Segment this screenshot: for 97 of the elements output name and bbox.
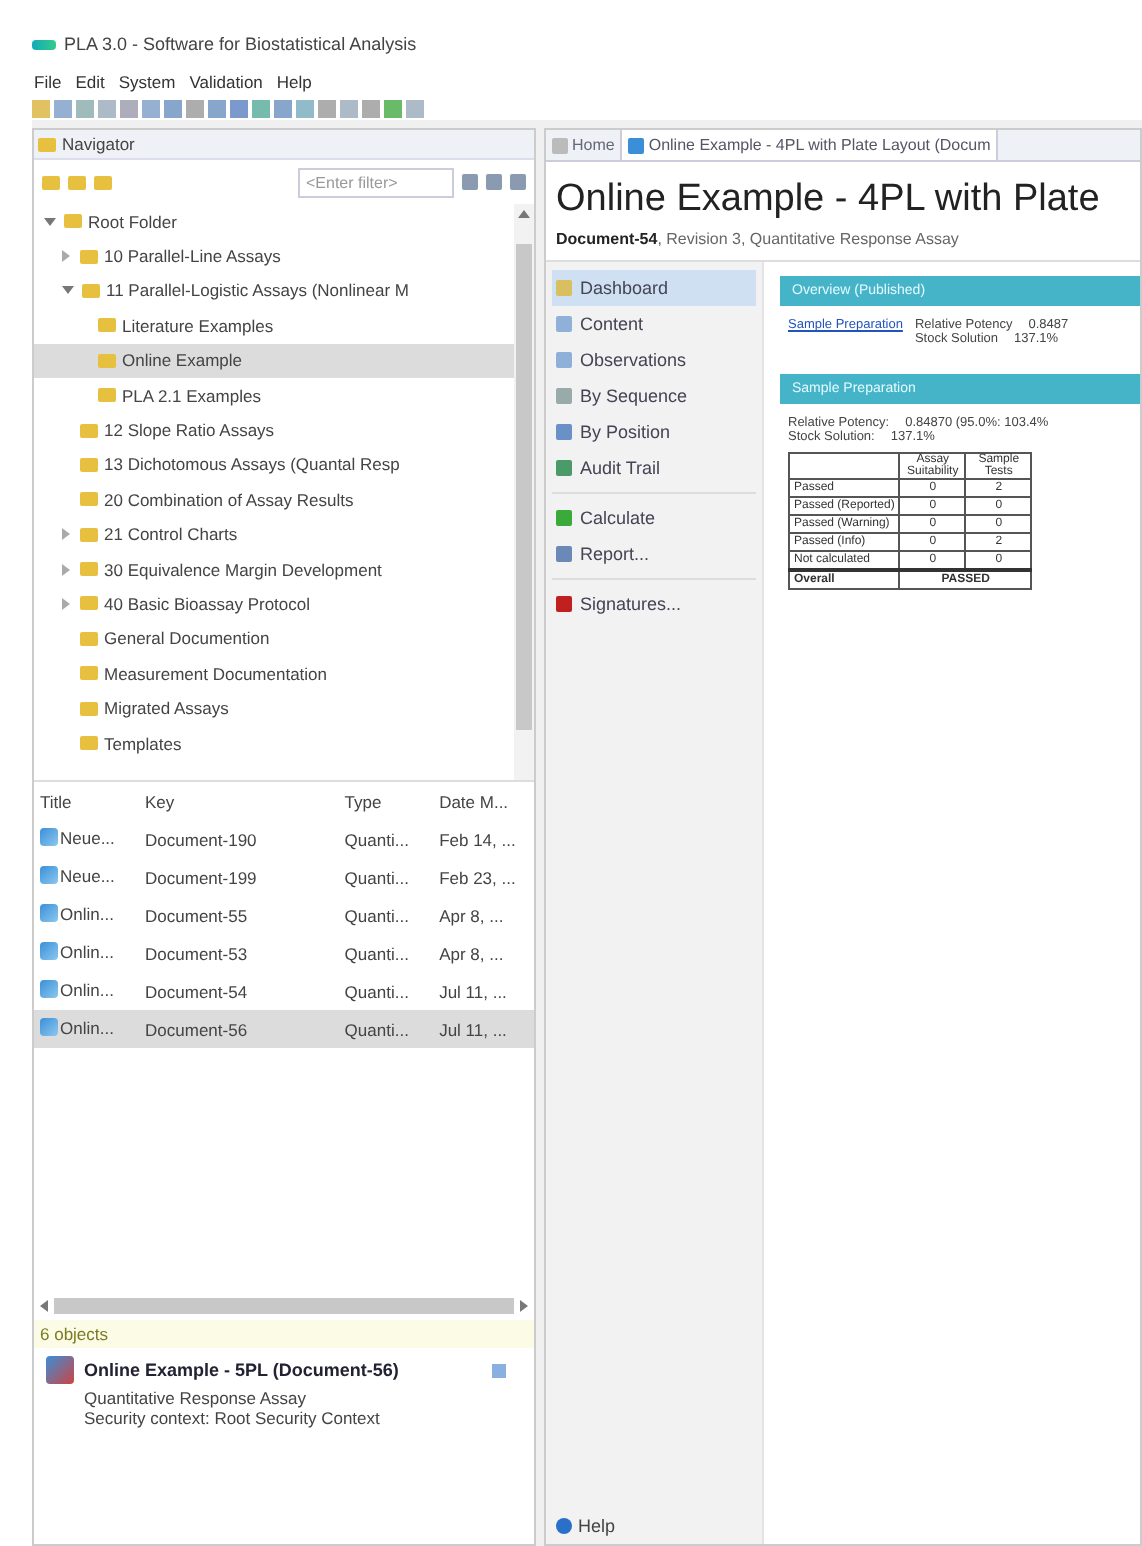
folder-icon bbox=[80, 666, 98, 681]
folder-icon bbox=[98, 388, 116, 403]
window-title: PLA 3.0 - Software for Biostatistical Analysis bbox=[64, 34, 417, 54]
table-cell-text: Document-55 bbox=[143, 903, 250, 929]
tree-item[interactable]: 11 Parallel-Logistic Assays (Nonlinear M bbox=[34, 273, 514, 309]
document-heading: Online Example - 4PL with Plate bbox=[556, 178, 1102, 222]
detail-text: Security context: Root Security Context bbox=[82, 1408, 382, 1428]
folder-icon bbox=[80, 736, 98, 751]
menu-item[interactable]: System bbox=[118, 72, 176, 92]
tree-item[interactable]: PLA 2.1 Examples bbox=[34, 377, 514, 413]
table-cell-text: Document-53 bbox=[143, 941, 250, 967]
object-count: 6 objects bbox=[34, 1320, 534, 1348]
table-cell-text: Quanti... bbox=[342, 903, 411, 930]
tree-item[interactable]: 20 Combination of Assay Results bbox=[34, 482, 514, 518]
folder-icon bbox=[80, 596, 98, 611]
nav-item[interactable]: By Position bbox=[552, 414, 756, 450]
help-icon bbox=[556, 1518, 572, 1534]
menu-item[interactable]: Help bbox=[276, 72, 312, 92]
column-header[interactable]: Key bbox=[139, 782, 339, 820]
document-title: Online Example - 5PL (Document-56) bbox=[84, 1360, 399, 1380]
nav-item[interactable]: Content bbox=[552, 306, 756, 342]
filter-field[interactable]: <Enter filter> bbox=[298, 167, 454, 197]
menu-item[interactable]: File bbox=[34, 72, 62, 92]
table-cell-text: Apr 8, ... bbox=[437, 903, 506, 930]
nav-item[interactable]: Observations bbox=[552, 342, 756, 378]
scrollbar-thumb[interactable] bbox=[516, 244, 532, 730]
table-cell[interactable]: Neue... bbox=[34, 820, 140, 858]
folder-icon bbox=[80, 631, 98, 646]
tree-item[interactable]: 10 Parallel-Line Assays bbox=[34, 238, 514, 274]
menu-item[interactable]: Edit bbox=[75, 72, 105, 92]
table-cell[interactable]: Onlin... bbox=[34, 896, 140, 934]
tree-item[interactable]: Templates bbox=[34, 725, 514, 761]
table-cell[interactable]: Onlin... bbox=[34, 972, 140, 1010]
folder-icon bbox=[80, 249, 98, 264]
tree-item[interactable]: Literature Examples bbox=[34, 308, 514, 344]
table-cell-text: Document-190 bbox=[143, 827, 259, 853]
help-link[interactable]: Help bbox=[552, 1516, 756, 1536]
detail-text: Quantitative Response Assay bbox=[82, 1388, 309, 1408]
table-cell[interactable]: Onlin... bbox=[34, 1010, 140, 1048]
document-subtitle: Document-54, Revision 3, Quantitative Response Assay bbox=[556, 230, 961, 248]
column-header[interactable]: Title bbox=[34, 782, 140, 820]
scrollbar-thumb[interactable] bbox=[54, 1298, 514, 1314]
collapse-icon[interactable] bbox=[62, 286, 74, 295]
tree-item[interactable]: 40 Basic Bioassay Protocol bbox=[34, 586, 514, 622]
folder-icon bbox=[80, 527, 98, 542]
table-cell-text: Quanti... bbox=[342, 827, 411, 854]
nav-item[interactable]: Audit Trail bbox=[552, 450, 756, 486]
app-logo-icon bbox=[32, 39, 56, 49]
nav-item[interactable]: Dashboard bbox=[552, 270, 756, 306]
collapse-icon[interactable] bbox=[44, 217, 56, 226]
tree-item[interactable]: General Documention bbox=[34, 621, 514, 657]
menu-item[interactable]: Validation bbox=[189, 72, 263, 92]
table-cell-text: Feb 23, ... bbox=[437, 865, 518, 891]
folder-icon bbox=[80, 562, 98, 577]
nav-item[interactable]: By Sequence bbox=[552, 378, 756, 414]
table-cell[interactable]: Onlin... bbox=[34, 934, 140, 972]
folder-icon bbox=[80, 457, 98, 472]
table-cell-text: Apr 8, ... bbox=[437, 941, 506, 968]
nav-item[interactable]: Report... bbox=[552, 536, 756, 572]
expand-icon[interactable] bbox=[62, 563, 70, 576]
tree-item[interactable]: Migrated Assays bbox=[34, 690, 514, 726]
panel-title: Navigator bbox=[62, 134, 135, 154]
tree-item[interactable]: 30 Equivalence Margin Development bbox=[34, 551, 514, 587]
table-cell: Document-56 bbox=[139, 1010, 339, 1048]
column-header[interactable]: Type bbox=[338, 782, 434, 820]
table-cell: Quanti... bbox=[338, 1010, 434, 1048]
tree-item[interactable]: Root Folder bbox=[34, 204, 514, 239]
tree-item[interactable]: 12 Slope Ratio Assays bbox=[34, 412, 514, 448]
folder-icon bbox=[64, 214, 82, 229]
tree-item[interactable]: 21 Control Charts bbox=[34, 517, 514, 552]
table-cell: Jul 11, ... bbox=[433, 972, 534, 1010]
expand-icon[interactable] bbox=[62, 250, 70, 263]
table-cell[interactable]: Neue... bbox=[34, 858, 140, 896]
folder-icon bbox=[82, 283, 100, 298]
table-cell-text: Quanti... bbox=[342, 865, 411, 892]
scroll-up-icon[interactable] bbox=[518, 210, 530, 218]
table-cell-text: Quanti... bbox=[342, 941, 411, 968]
column-header[interactable]: Date M... bbox=[433, 782, 534, 820]
nav-item[interactable]: Signatures... bbox=[552, 586, 756, 622]
table-cell: Quanti... bbox=[338, 972, 434, 1010]
table-cell-text: Feb 14, ... bbox=[437, 827, 518, 853]
tab[interactable]: Online Example - 4PL with Plate Layout (Docum bbox=[622, 130, 999, 160]
scroll-right-icon[interactable] bbox=[520, 1300, 528, 1312]
table-cell: Document-54 bbox=[139, 972, 339, 1010]
expand-icon[interactable] bbox=[62, 528, 70, 541]
expand-icon[interactable] bbox=[62, 597, 70, 610]
tree-item[interactable]: 13 Dichotomous Assays (Quantal Resp bbox=[34, 447, 514, 483]
folder-icon bbox=[80, 423, 98, 438]
table-cell: Jul 11, ... bbox=[433, 1010, 534, 1048]
folder-icon bbox=[80, 492, 98, 507]
folder-icon bbox=[98, 353, 116, 368]
table-cell-text: Document-199 bbox=[143, 865, 259, 891]
tree-item[interactable]: Measurement Documentation bbox=[34, 656, 514, 691]
folder-icon bbox=[80, 701, 98, 716]
folder-icon bbox=[98, 318, 116, 333]
tree-item[interactable]: Online Example bbox=[34, 343, 514, 378]
nav-item[interactable]: Calculate bbox=[552, 500, 756, 536]
